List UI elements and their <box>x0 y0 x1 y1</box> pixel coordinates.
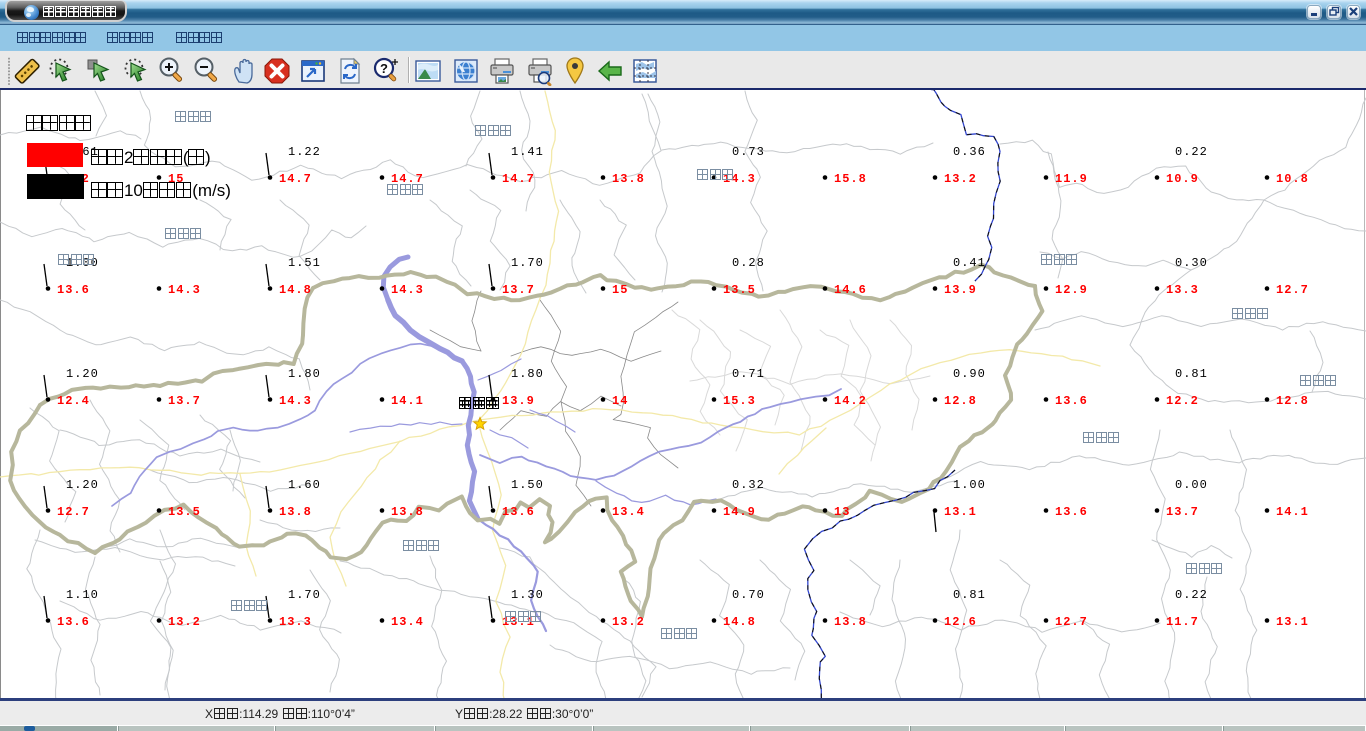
svg-text:12.9: 12.9 <box>1055 283 1088 297</box>
svg-text:13.2: 13.2 <box>612 615 645 629</box>
svg-text:14.1: 14.1 <box>1276 505 1309 519</box>
svg-text:0.22: 0.22 <box>1175 145 1208 159</box>
svg-text:13.6: 13.6 <box>57 615 90 629</box>
svg-text:0.22: 0.22 <box>1175 588 1208 602</box>
svg-text:12.8: 12.8 <box>1276 394 1309 408</box>
svg-text:1.30: 1.30 <box>511 588 544 602</box>
svg-text:1.10: 1.10 <box>66 588 99 602</box>
svg-text:1.80: 1.80 <box>511 367 544 381</box>
svg-text:12.7: 12.7 <box>1276 283 1309 297</box>
svg-text:13.7: 13.7 <box>502 283 535 297</box>
svg-text:0.00: 0.00 <box>1175 478 1208 492</box>
svg-text:1.20: 1.20 <box>66 478 99 492</box>
svg-text:11.9: 11.9 <box>1055 172 1088 186</box>
svg-text:14.3: 14.3 <box>391 283 424 297</box>
svg-text:13.8: 13.8 <box>612 172 645 186</box>
svg-text:10.8: 10.8 <box>1276 172 1309 186</box>
svg-text:13.8: 13.8 <box>279 505 312 519</box>
svg-text:0.30: 0.30 <box>1175 256 1208 270</box>
svg-text:13.1: 13.1 <box>1276 615 1309 629</box>
svg-text:14.7: 14.7 <box>502 172 535 186</box>
svg-text:1.60: 1.60 <box>288 478 321 492</box>
svg-text:1.22: 1.22 <box>288 145 321 159</box>
svg-text:1.20: 1.20 <box>66 367 99 381</box>
svg-text:12.8: 12.8 <box>944 394 977 408</box>
svg-text:0.36: 0.36 <box>953 145 986 159</box>
svg-text:0.70: 0.70 <box>732 588 765 602</box>
svg-text:13.6: 13.6 <box>57 283 90 297</box>
svg-text:1.70: 1.70 <box>511 256 544 270</box>
svg-text:1.00: 1.00 <box>953 478 986 492</box>
svg-text:13.8: 13.8 <box>391 505 424 519</box>
svg-text:12.7: 12.7 <box>1055 615 1088 629</box>
svg-text:13.6: 13.6 <box>502 505 535 519</box>
svg-text:13.9: 13.9 <box>502 394 535 408</box>
svg-text:13.7: 13.7 <box>168 394 201 408</box>
svg-text:12.2: 12.2 <box>1166 394 1199 408</box>
svg-text:1.41: 1.41 <box>511 145 544 159</box>
svg-text:13.6: 13.6 <box>1055 505 1088 519</box>
svg-text:13.5: 13.5 <box>168 505 201 519</box>
svg-text:13.2: 13.2 <box>168 615 201 629</box>
svg-text:0.28: 0.28 <box>732 256 765 270</box>
svg-text:13: 13 <box>834 505 850 519</box>
svg-text:13.3: 13.3 <box>279 615 312 629</box>
svg-text:14.3: 14.3 <box>279 394 312 408</box>
svg-text:12.7: 12.7 <box>57 505 90 519</box>
svg-text:14.3: 14.3 <box>168 283 201 297</box>
svg-text:1.50: 1.50 <box>511 478 544 492</box>
svg-text:15: 15 <box>612 283 628 297</box>
svg-text:14: 14 <box>612 394 628 408</box>
svg-text:15.3: 15.3 <box>723 394 756 408</box>
svg-text:14.9: 14.9 <box>723 505 756 519</box>
svg-text:13.4: 13.4 <box>391 615 424 629</box>
svg-text:12.6: 12.6 <box>944 615 977 629</box>
svg-text:13.4: 13.4 <box>612 505 645 519</box>
svg-text:13.5: 13.5 <box>723 283 756 297</box>
svg-text:13.8: 13.8 <box>834 615 867 629</box>
svg-text:1.51: 1.51 <box>288 256 321 270</box>
svg-text:13.9: 13.9 <box>944 283 977 297</box>
svg-text:11.7: 11.7 <box>1166 615 1199 629</box>
svg-text:?: ? <box>380 61 388 76</box>
svg-text:0.71: 0.71 <box>732 367 765 381</box>
svg-text:0.32: 0.32 <box>732 478 765 492</box>
svg-text:13.1: 13.1 <box>944 505 977 519</box>
svg-text:1.80: 1.80 <box>288 367 321 381</box>
svg-text:13.3: 13.3 <box>1166 283 1199 297</box>
svg-text:1.70: 1.70 <box>288 588 321 602</box>
svg-text:0.41: 0.41 <box>953 256 986 270</box>
svg-text:13.7: 13.7 <box>1166 505 1199 519</box>
svg-text:14.6: 14.6 <box>834 283 867 297</box>
svg-text:14.2: 14.2 <box>834 394 867 408</box>
svg-text:15.8: 15.8 <box>834 172 867 186</box>
svg-text:13.6: 13.6 <box>1055 394 1088 408</box>
svg-text:0.90: 0.90 <box>953 367 986 381</box>
svg-text:14.8: 14.8 <box>723 615 756 629</box>
svg-text:10.9: 10.9 <box>1166 172 1199 186</box>
svg-text:0.81: 0.81 <box>1175 367 1208 381</box>
svg-text:0.81: 0.81 <box>953 588 986 602</box>
svg-text:14.8: 14.8 <box>279 283 312 297</box>
svg-text:14.1: 14.1 <box>391 394 424 408</box>
svg-text:12.4: 12.4 <box>57 394 90 408</box>
svg-text:0.73: 0.73 <box>732 145 765 159</box>
svg-text:13.2: 13.2 <box>944 172 977 186</box>
